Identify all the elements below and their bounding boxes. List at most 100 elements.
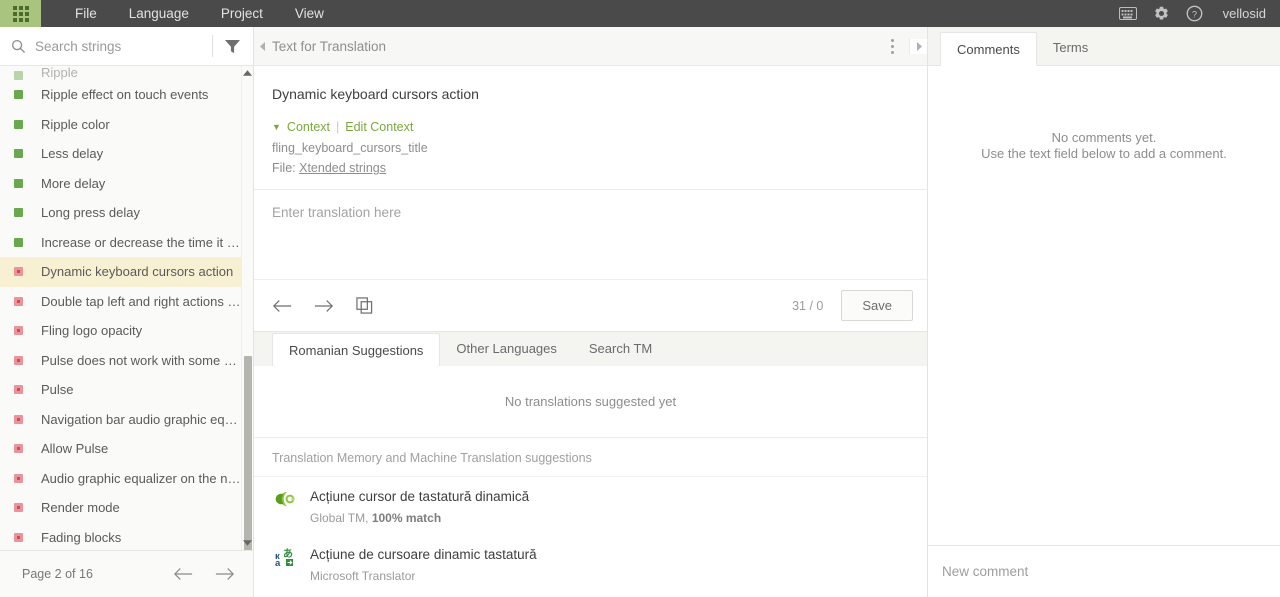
keyboard-icon[interactable] — [1118, 7, 1137, 20]
next-page-icon[interactable] — [215, 567, 235, 581]
help-icon[interactable]: ? — [1186, 5, 1203, 22]
list-item-label: Fling logo opacity — [41, 323, 143, 339]
translation-toolbar: 31 / 0 Save — [254, 279, 927, 331]
file-row: File: Xtended strings — [272, 161, 927, 189]
tab-other-languages[interactable]: Other Languages — [440, 332, 572, 366]
context-toggle[interactable]: Context — [287, 120, 330, 134]
header-actions — [875, 38, 927, 54]
status-dot-untranslated — [14, 414, 23, 424]
file-label: File: — [272, 161, 296, 175]
tm-source-label: Microsoft Translator — [310, 569, 416, 583]
svg-text:a: a — [275, 558, 281, 568]
prev-string-icon[interactable] — [272, 299, 292, 313]
save-button[interactable]: Save — [841, 290, 913, 321]
status-dot-translated — [14, 149, 23, 159]
status-dot-translated — [14, 178, 23, 188]
tab-comments[interactable]: Comments — [940, 32, 1037, 66]
list-item-fading-blocks[interactable]: Fading blocks — [0, 523, 241, 551]
list-item-pulse-does-not-work[interactable]: Pulse does not work with some audi... — [0, 346, 241, 376]
top-bar: File Language Project View ? vellosid — [0, 0, 1280, 27]
new-comment-field[interactable]: New comment — [928, 545, 1280, 597]
list-item-double-tap-left-and-right[interactable]: Double tap left and right actions bec... — [0, 287, 241, 317]
list-item-render-mode[interactable]: Render mode — [0, 493, 241, 523]
tm-suggestion-text: Acțiune cursor de tastatură dinamică — [310, 489, 530, 504]
status-dot-untranslated — [14, 385, 23, 395]
translation-pane: Text for Translation Dynamic keyboard cu… — [254, 27, 928, 597]
gear-icon[interactable] — [1153, 5, 1170, 22]
list-item-audio-graphic-equalizer[interactable]: Audio graphic equalizer on the navig... — [0, 464, 241, 494]
username-label[interactable]: vellosid — [1223, 6, 1266, 21]
comments-empty-line-1: No comments yet. — [1051, 130, 1157, 145]
string-list-scroll: Ripple Ripple effect on touch events Rip… — [0, 66, 241, 550]
copy-source-icon[interactable] — [356, 297, 373, 314]
sidebar-scrollbar[interactable] — [241, 66, 253, 550]
status-dot-untranslated — [14, 503, 23, 513]
list-item-ripple-effect-on-touch-events[interactable]: Ripple effect on touch events — [0, 80, 241, 110]
scroll-down-icon[interactable] — [242, 536, 253, 550]
list-item-ripple-color[interactable]: Ripple color — [0, 110, 241, 140]
sidebar: Ripple Ripple effect on touch events Rip… — [0, 27, 254, 597]
status-dot-translated — [14, 208, 23, 218]
edit-context-link[interactable]: Edit Context — [345, 120, 413, 134]
list-item-label: Audio graphic equalizer on the navig... — [41, 470, 241, 486]
list-item-long-press-delay[interactable]: Long press delay — [0, 198, 241, 228]
app-grid-icon[interactable] — [0, 0, 41, 27]
menu-item-view[interactable]: View — [279, 0, 340, 27]
list-item-pulse[interactable]: Pulse — [0, 375, 241, 405]
svg-text:あ: あ — [283, 547, 293, 560]
tab-search-tm[interactable]: Search TM — [573, 332, 668, 366]
status-dot-untranslated — [14, 296, 23, 306]
menu-item-language[interactable]: Language — [113, 0, 205, 27]
status-dot-untranslated — [14, 267, 23, 277]
status-dot-untranslated — [14, 532, 23, 542]
status-dot-translated — [14, 90, 23, 100]
search-bar — [0, 27, 253, 66]
prev-page-icon[interactable] — [173, 567, 193, 581]
string-list: Ripple Ripple effect on touch events Rip… — [0, 66, 253, 550]
caret-down-icon[interactable]: ▼ — [272, 122, 281, 132]
file-link[interactable]: Xtended strings — [299, 161, 386, 175]
new-comment-placeholder: New comment — [942, 564, 1029, 579]
list-item-navigation-bar-audio-graphic[interactable]: Navigation bar audio graphic equali... — [0, 405, 241, 435]
string-key: fling_keyboard_cursors_title — [272, 141, 428, 155]
comments-pane: Comments Terms No comments yet. Use the … — [928, 27, 1280, 597]
filter-icon[interactable] — [213, 39, 253, 54]
kebab-menu-icon[interactable] — [875, 38, 909, 54]
suggestions-empty-state: No translations suggested yet — [254, 366, 927, 438]
status-dot-untranslated — [14, 326, 23, 336]
source-text: Dynamic keyboard cursors action — [272, 86, 479, 102]
tm-suggestion-global-tm[interactable]: Acțiune cursor de tastatură dinamică Glo… — [254, 477, 927, 535]
chevron-right-icon[interactable] — [909, 38, 927, 54]
chevron-left-icon[interactable] — [254, 41, 272, 51]
tab-romanian-suggestions[interactable]: Romanian Suggestions — [272, 333, 441, 367]
translation-input-area[interactable]: Enter translation here — [254, 189, 927, 279]
list-item-allow-pulse[interactable]: Allow Pulse — [0, 434, 241, 464]
comments-empty-line-2: Use the text field below to add a commen… — [981, 145, 1227, 161]
tm-suggestion-meta: Microsoft Translator — [310, 569, 537, 583]
scrollbar-thumb[interactable] — [244, 356, 252, 550]
comments-empty-state: No comments yet. Use the text field belo… — [928, 66, 1280, 545]
list-item-label: Ripple effect on touch events — [41, 87, 209, 103]
list-item-fling-logo-opacity[interactable]: Fling logo opacity — [0, 316, 241, 346]
app-grid-glyph — [12, 5, 29, 22]
list-item-more-delay[interactable]: More delay — [0, 169, 241, 199]
list-item-label: Allow Pulse — [41, 441, 109, 457]
tm-suggestion-microsoft-translator[interactable]: к a あ Acțiune de cursoare dinamic tastat… — [254, 535, 927, 593]
menu-item-file[interactable]: File — [59, 0, 113, 27]
menu-item-project[interactable]: Project — [205, 0, 279, 27]
next-string-icon[interactable] — [314, 299, 334, 313]
status-dot-untranslated — [14, 444, 23, 454]
scroll-up-icon[interactable] — [242, 66, 253, 80]
list-item-less-delay[interactable]: Less delay — [0, 139, 241, 169]
tab-terms[interactable]: Terms — [1037, 31, 1104, 65]
list-item[interactable]: Ripple — [0, 66, 241, 80]
search-input[interactable] — [35, 38, 212, 54]
tm-suggestion-body: Acțiune cursor de tastatură dinamică Glo… — [310, 489, 529, 525]
tm-suggestion-body: Acțiune de cursoare dinamic tastatură Mi… — [310, 547, 537, 583]
status-dot-untranslated — [14, 355, 23, 365]
list-item-increase-or-decrease-time[interactable]: Increase or decrease the time it take... — [0, 228, 241, 258]
page-title: Text for Translation — [272, 38, 387, 54]
list-item-dynamic-keyboard-cursors-action[interactable]: Dynamic keyboard cursors action — [0, 257, 241, 287]
tm-source-label: Global TM, — [310, 511, 369, 525]
list-item-label: Render mode — [41, 500, 120, 516]
